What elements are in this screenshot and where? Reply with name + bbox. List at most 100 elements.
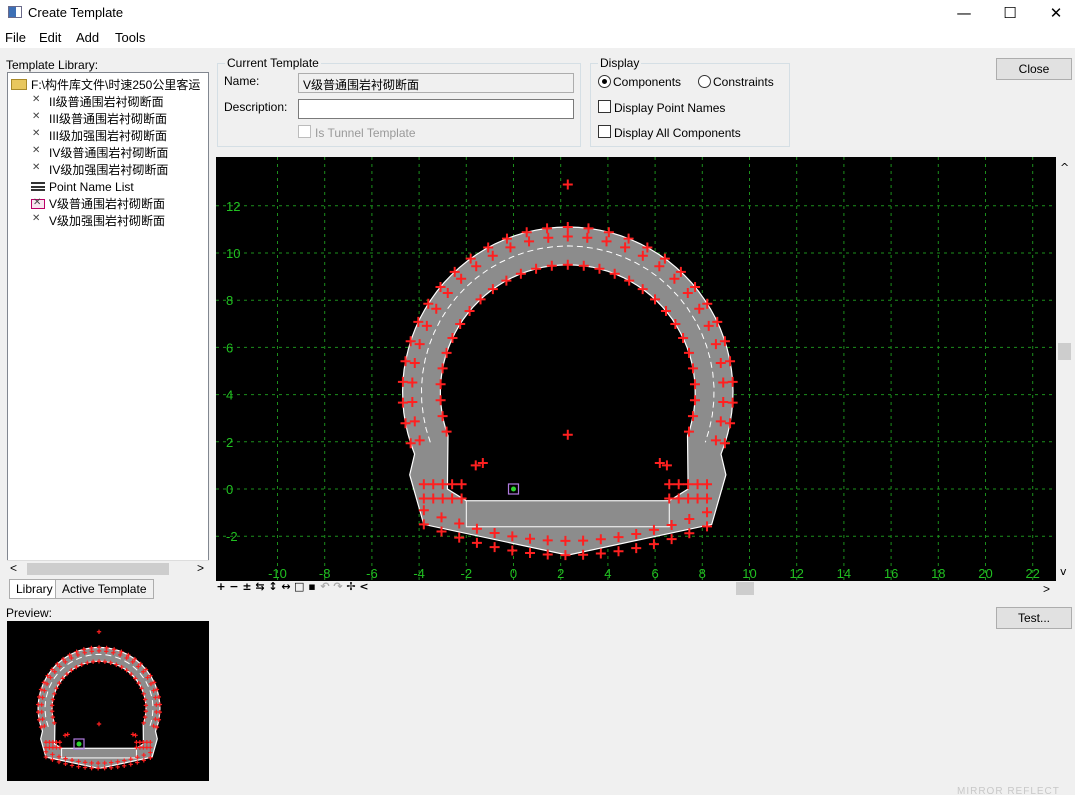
invert-fill	[465, 500, 670, 528]
origin-point	[76, 741, 82, 747]
scroll-left-icon[interactable]: <	[10, 561, 17, 575]
window-icon[interactable]: □	[294, 581, 304, 593]
zoom-window-icon[interactable]: ⇆	[255, 581, 265, 593]
title-bar: Create Template — ☐ ✕	[0, 0, 1075, 26]
window-title: Create Template	[28, 5, 124, 20]
invert-fill	[61, 747, 137, 759]
x-tick-label: 22	[1025, 566, 1039, 581]
point-marker	[76, 764, 81, 769]
point-marker	[631, 543, 642, 554]
constraints-label: Constraints	[713, 75, 774, 89]
cross-section-icon	[31, 197, 45, 209]
point-marker	[613, 546, 624, 557]
tree-root-folder[interactable]: F:\构件库文件\时速250公里客运	[11, 76, 200, 93]
tree-item-label: Point Name List	[49, 179, 134, 194]
undo-icon[interactable]: ↶	[320, 581, 330, 593]
x-tick-label: -10	[268, 566, 287, 581]
library-horizontal-scrollbar[interactable]: < >	[7, 560, 209, 577]
top-point-marker	[96, 629, 102, 634]
zoom-out-icon[interactable]: −	[229, 581, 239, 593]
constraints-radio[interactable]	[698, 75, 711, 88]
menu-add[interactable]: Add	[76, 30, 99, 45]
x-tick-label: 16	[884, 566, 898, 581]
name-label: Name:	[224, 74, 260, 88]
point-marker	[69, 763, 75, 768]
scroll-thumb[interactable]	[27, 563, 169, 575]
zoom-in-icon[interactable]: +	[216, 581, 226, 593]
pan-icon[interactable]: ↕	[268, 581, 278, 593]
scroll-down-icon[interactable]: v	[1060, 565, 1067, 578]
menu-edit[interactable]: Edit	[39, 30, 61, 45]
redo-icon[interactable]: ↷	[333, 581, 343, 593]
tree-item[interactable]: III级加强围岩衬砌断面	[31, 127, 167, 144]
scroll-thumb[interactable]	[1058, 343, 1071, 360]
tree-item[interactable]: V级加强围岩衬砌断面	[31, 212, 165, 229]
scroll-left-icon[interactable]: <	[359, 581, 369, 593]
maximize-button[interactable]: ☐	[987, 0, 1033, 26]
x-tick-label: 18	[931, 566, 945, 581]
fit-icon[interactable]: ↔	[281, 581, 291, 593]
point-marker	[666, 534, 677, 545]
tab-library[interactable]: Library	[9, 579, 60, 599]
x-tick-label: 20	[978, 566, 992, 581]
components-radio[interactable]	[598, 75, 611, 88]
x-tick-label: 4	[604, 566, 611, 581]
template-library-tree[interactable]: F:\构件库文件\时速250公里客运 II级普通围岩衬砌断面 III级普通围岩衬…	[7, 72, 209, 577]
canvas-vertical-scrollbar[interactable]: ^ v	[1056, 157, 1073, 581]
current-template-title: Current Template	[225, 56, 321, 70]
is-tunnel-checkbox[interactable]	[298, 125, 311, 138]
watermark: MIRROR REFLECT	[957, 786, 1060, 795]
point-marker	[63, 761, 68, 767]
fill-icon[interactable]: ▪	[307, 581, 317, 593]
point-marker	[525, 547, 536, 558]
scroll-right-icon[interactable]: >	[197, 561, 204, 575]
close-window-button[interactable]: ✕	[1033, 0, 1075, 26]
tree-item[interactable]: IV级普通围岩衬砌断面	[31, 144, 168, 161]
x-tick-label: 6	[651, 566, 658, 581]
template-drawing[interactable]: -10 -8 -6 -4 -2 0 2 4 6 8 10 12 14 16 18 20 22121086420-…	[216, 157, 1056, 581]
tree-item[interactable]: II级普通围岩衬砌断面	[31, 93, 164, 110]
x-tick-label: 12	[789, 566, 803, 581]
display-all-components-checkbox[interactable]	[598, 125, 611, 138]
y-tick-label: -2	[226, 529, 238, 544]
name-field[interactable]: V级普通围岩衬砌断面	[298, 73, 574, 93]
scroll-thumb[interactable]	[736, 582, 754, 595]
point-marker	[648, 539, 659, 550]
minimize-button[interactable]: —	[941, 0, 987, 26]
y-tick-label: 8	[226, 293, 233, 308]
preview-label: Preview:	[6, 606, 53, 620]
origin-point	[511, 486, 516, 492]
tree-item[interactable]: IV级加强围岩衬砌断面	[31, 161, 168, 178]
tree-item-selected[interactable]: V级普通围岩衬砌断面	[31, 195, 166, 212]
y-tick-label: 10	[226, 246, 240, 261]
scroll-right-icon[interactable]: >	[1043, 582, 1050, 596]
display-point-names-checkbox[interactable]	[598, 100, 611, 113]
tree-item-label: IV级普通围岩衬砌断面	[49, 146, 169, 160]
x-tick-label: -8	[319, 566, 331, 581]
tab-active-template[interactable]: Active Template	[55, 579, 154, 599]
cross-section-icon	[31, 94, 45, 107]
display-point-names-label: Display Point Names	[614, 101, 726, 115]
display-all-components-label: Display All Components	[614, 126, 741, 140]
display-title: Display	[598, 56, 642, 70]
menu-file[interactable]: File	[5, 30, 26, 45]
zoom-extents-icon[interactable]: ±	[242, 581, 252, 593]
canvas-horizontal-scrollbar[interactable]: >	[400, 581, 1056, 597]
y-tick-label: 6	[226, 340, 233, 355]
y-tick-label: 2	[226, 435, 233, 450]
scroll-up-icon[interactable]: ^	[1060, 161, 1069, 174]
tree-item[interactable]: III级普通围岩衬砌断面	[31, 110, 167, 127]
tree-item-label: III级加强围岩衬砌断面	[49, 129, 168, 143]
close-button[interactable]: Close	[996, 58, 1072, 80]
snap-icon[interactable]: ✢	[346, 581, 356, 593]
menu-tools[interactable]: Tools	[115, 30, 145, 45]
test-button[interactable]: Test...	[996, 607, 1072, 629]
tree-item[interactable]: Point Name List	[31, 178, 134, 195]
description-label: Description:	[224, 100, 288, 114]
top-point-marker	[562, 179, 573, 190]
template-canvas[interactable]: -10 -8 -6 -4 -2 0 2 4 6 8 10 12 14 16 18 20 22 12 10 8 6 4 2 0-…	[216, 157, 1056, 581]
description-field[interactable]	[298, 99, 574, 119]
preview-pane	[7, 621, 209, 781]
y-tick-label: 4	[226, 388, 233, 403]
point-marker	[489, 542, 500, 553]
